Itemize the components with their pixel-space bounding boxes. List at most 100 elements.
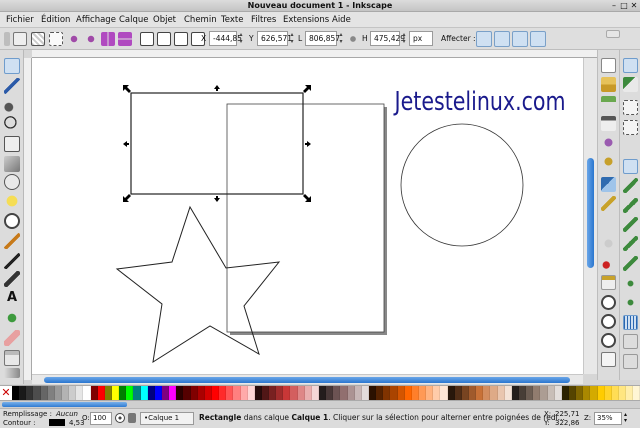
snap-nodes-icon[interactable] [623, 159, 638, 174]
palette-swatch[interactable] [19, 386, 27, 400]
paint-bucket-tool-icon[interactable] [4, 350, 20, 366]
rotate-cw-icon[interactable] [84, 32, 98, 46]
palette-swatch[interactable] [454, 386, 462, 400]
circle-object[interactable] [400, 123, 524, 247]
raise-to-top-icon[interactable] [140, 32, 154, 46]
open-icon[interactable] [601, 77, 616, 92]
palette-swatch[interactable] [633, 386, 640, 400]
palette-swatch[interactable] [97, 386, 105, 400]
cut-icon[interactable] [601, 256, 616, 271]
paste-icon[interactable] [601, 275, 616, 290]
palette-swatch[interactable] [354, 386, 362, 400]
scale-corners-toggle[interactable] [494, 31, 510, 47]
zoom-page-icon[interactable] [601, 333, 616, 348]
unit-select[interactable]: px [409, 31, 433, 46]
menu-filtres[interactable]: Filtres [251, 15, 276, 25]
maximize-button[interactable]: □ [619, 1, 629, 11]
y-spinner[interactable]: ▴ ▾ [288, 31, 296, 46]
palette-swatch[interactable] [211, 386, 220, 400]
palette-swatch[interactable] [326, 386, 334, 400]
palette-swatch[interactable] [90, 386, 98, 400]
snap-smooth-nodes-icon[interactable] [623, 236, 638, 251]
lock-icon[interactable] [128, 413, 136, 423]
palette-swatch[interactable] [169, 386, 177, 400]
menu-edition[interactable]: Édition [41, 15, 70, 25]
palette-swatch[interactable] [340, 386, 348, 400]
palette-swatch[interactable] [426, 386, 434, 400]
zoom-field[interactable]: 35% [594, 412, 622, 425]
palette-swatch[interactable] [240, 386, 248, 400]
horizontal-ruler[interactable] [32, 50, 597, 58]
text-tool-icon[interactable]: A [4, 290, 20, 306]
zoom-drawing-icon[interactable] [601, 314, 616, 329]
palette-swatch[interactable] [154, 386, 162, 400]
palette-swatch[interactable] [490, 386, 498, 400]
width-spinner[interactable]: ▴ ▾ [337, 31, 345, 46]
menu-calque[interactable]: Calque [119, 15, 149, 25]
palette-swatch[interactable] [119, 386, 127, 400]
palette-swatch[interactable] [576, 386, 584, 400]
deselect-icon[interactable] [49, 32, 63, 46]
palette-swatch[interactable] [447, 386, 455, 400]
palette-swatch[interactable] [54, 386, 62, 400]
palette-swatch[interactable] [69, 386, 77, 400]
rectangle-tool-icon[interactable] [4, 136, 20, 152]
palette-swatch[interactable] [147, 386, 155, 400]
palette-swatch[interactable] [183, 386, 191, 400]
close-button[interactable]: ✕ [629, 1, 639, 11]
palette-swatch[interactable] [397, 386, 405, 400]
palette-swatch[interactable] [383, 386, 391, 400]
palette-swatch[interactable] [104, 386, 112, 400]
palette-swatch[interactable] [483, 386, 491, 400]
height-spinner[interactable]: ▴ ▾ [400, 31, 408, 46]
duplicate-icon[interactable] [601, 352, 616, 367]
palette-swatch[interactable] [511, 386, 519, 400]
palette-swatch[interactable] [26, 386, 34, 400]
flip-vertical-icon[interactable] [118, 32, 132, 46]
palette-swatch[interactable] [568, 386, 577, 400]
ellipse-tool-icon[interactable] [4, 174, 20, 190]
flip-horizontal-icon[interactable] [101, 32, 115, 46]
calligraphy-tool-icon[interactable] [4, 271, 20, 287]
node-tool-icon[interactable] [4, 78, 20, 94]
snap-grid-icon[interactable] [623, 315, 638, 330]
palette-swatch[interactable] [404, 386, 412, 400]
palette-swatch[interactable] [254, 386, 262, 400]
handle-bottom[interactable] [214, 196, 220, 202]
palette-swatch[interactable] [411, 386, 420, 400]
vertical-scroll-thumb[interactable] [587, 158, 594, 268]
palette-swatch[interactable] [283, 386, 291, 400]
3d-box-tool-icon[interactable] [4, 156, 20, 172]
y-field[interactable]: 626,571 [257, 31, 292, 46]
palette-swatch[interactable] [197, 386, 205, 400]
palette-swatch[interactable] [297, 386, 305, 400]
snap-page-border-icon[interactable] [623, 354, 638, 369]
raise-icon[interactable] [157, 32, 171, 46]
menu-fichier[interactable]: Fichier [6, 15, 34, 25]
palette-swatch[interactable] [176, 386, 184, 400]
palette-swatch[interactable] [126, 386, 134, 400]
lower-icon[interactable] [174, 32, 188, 46]
palette-swatch[interactable] [190, 386, 198, 400]
palette-swatch[interactable] [369, 386, 377, 400]
palette-swatch[interactable] [140, 386, 148, 400]
pen-tool-icon[interactable] [4, 253, 20, 269]
snap-cusp-nodes-icon[interactable] [623, 217, 638, 232]
vertical-scrollbar[interactable] [583, 58, 597, 374]
palette-swatch[interactable] [219, 386, 227, 400]
palette-swatch[interactable] [269, 386, 277, 400]
palette-swatch[interactable] [311, 386, 320, 400]
palette-swatch[interactable] [83, 386, 91, 400]
eye-icon[interactable] [115, 413, 125, 423]
eraser-tool-icon[interactable] [4, 330, 20, 346]
transform-patterns-toggle[interactable] [530, 31, 546, 47]
handle-top[interactable] [214, 85, 220, 91]
palette-swatch[interactable] [583, 386, 591, 400]
redo-icon[interactable] [601, 196, 616, 211]
snap-bbox-icon[interactable] [623, 77, 638, 92]
copy-icon[interactable] [601, 236, 616, 251]
palette-swatch[interactable] [611, 386, 619, 400]
handle-top-left[interactable] [123, 85, 131, 93]
palette-swatch[interactable] [161, 386, 170, 400]
handle-bottom-left[interactable] [123, 194, 131, 202]
